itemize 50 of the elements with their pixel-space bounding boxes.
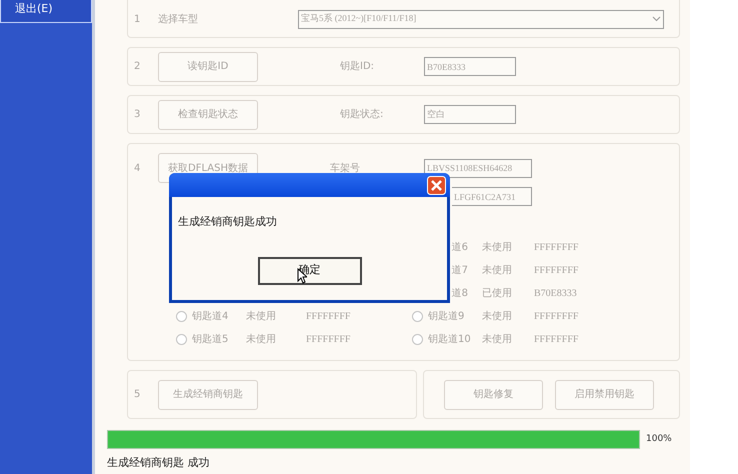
- field-label: 钥匙ID:: [340, 60, 376, 74]
- radio-button[interactable]: [412, 334, 423, 345]
- menu-item[interactable]: 退出(E): [0, 0, 92, 23]
- key-status: 已使用: [482, 287, 512, 301]
- key-status: 未使用: [482, 332, 512, 347]
- key-code: B70E8333: [534, 287, 577, 301]
- key-code: FFFFFFFF: [306, 310, 350, 324]
- key-label: 钥匙道5: [192, 333, 228, 347]
- step-number: 5: [133, 388, 142, 402]
- key-label: 道8: [452, 287, 468, 301]
- field-label: 车架号: [330, 162, 361, 176]
- key-label: 钥匙道4: [192, 310, 228, 324]
- step-number: 1: [133, 12, 142, 26]
- action-button[interactable]: 检查钥匙状态: [158, 100, 258, 130]
- select-value: 宝马5系 (2012~)[F10/F11/F18]: [301, 12, 416, 26]
- key-label: 钥匙道10: [428, 333, 471, 347]
- key-code: FFFFFFFF: [306, 333, 350, 347]
- action-button[interactable]: 读钥匙ID: [158, 52, 258, 82]
- radio-button[interactable]: [412, 311, 423, 322]
- action-button[interactable]: 生成经销商钥匙: [158, 380, 258, 410]
- dialog-message: 生成经销商钥匙成功: [178, 214, 278, 230]
- key-status: 未使用: [246, 332, 276, 347]
- vin-field[interactable]: LBVSS1108ESH64628: [424, 158, 532, 178]
- key-status: 未使用: [482, 240, 512, 255]
- key-status: 未使用: [482, 264, 512, 278]
- key-label: 道6: [452, 241, 468, 255]
- progress-reading: 100%: [646, 432, 672, 446]
- step-number: 4: [133, 162, 142, 176]
- field-label: 钥匙状态:: [340, 108, 384, 122]
- radio-button[interactable]: [176, 334, 187, 345]
- key-code: FFFFFFFF: [534, 310, 578, 324]
- key-code: FFFFFFFF: [534, 241, 578, 255]
- step-number: 2: [133, 60, 142, 74]
- key-status: 未使用: [246, 310, 276, 324]
- close-icon[interactable]: [427, 176, 446, 194]
- step-number: 3: [133, 108, 142, 122]
- key-code: FFFFFFFF: [534, 264, 578, 278]
- key-code: FFFFFFFF: [534, 333, 578, 347]
- key-status: 未使用: [482, 310, 512, 324]
- value-field[interactable]: 空白: [424, 105, 516, 124]
- key-label: 钥匙道9: [428, 310, 464, 324]
- key-label: 道7: [452, 264, 468, 278]
- model-select[interactable]: 宝马5系 (2012~)[F10/F11/F18]: [298, 10, 664, 28]
- value-field[interactable]: B70E8333: [424, 57, 516, 76]
- radio-button[interactable]: [176, 311, 187, 322]
- value-field[interactable]: LFGF61C2A731: [452, 187, 532, 206]
- action-button[interactable]: 钥匙修复: [444, 380, 543, 410]
- status-text: 生成经销商钥匙 成功: [107, 455, 210, 471]
- field-label: 选择车型: [158, 12, 199, 26]
- action-button[interactable]: 启用禁用钥匙: [555, 380, 654, 410]
